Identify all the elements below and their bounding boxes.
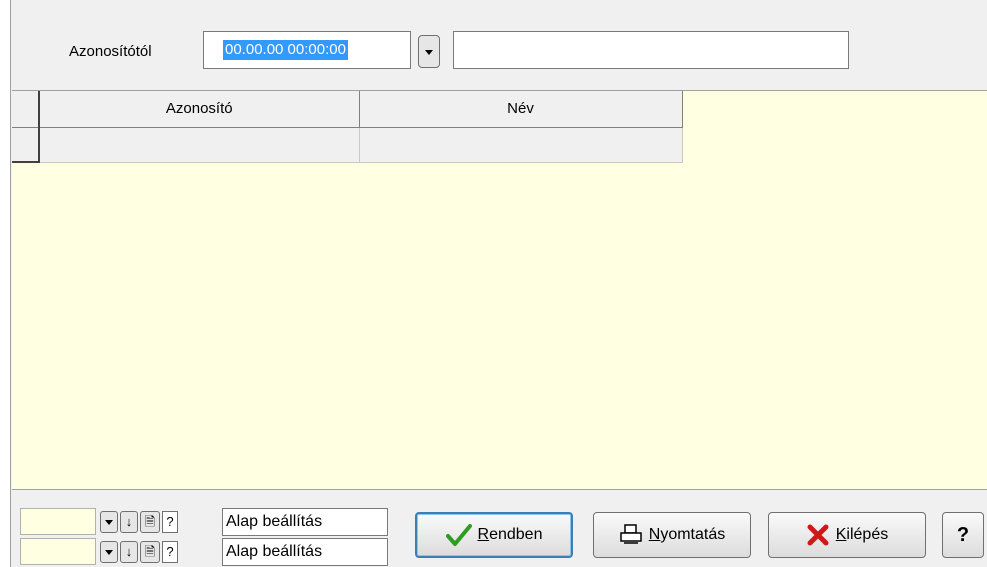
column-header-nev[interactable]: Név [359, 91, 683, 128]
help-small-icon[interactable]: ? [162, 511, 178, 533]
ok-button-label: Rendben [477, 526, 543, 543]
cell-nev[interactable] [359, 127, 683, 163]
setting-dropdown-button-2[interactable] [100, 541, 118, 563]
print-button-label: Nyomtatás [648, 526, 726, 543]
date-dropdown-button[interactable] [418, 35, 440, 68]
setting-code-field-1[interactable] [20, 508, 96, 535]
exit-button[interactable]: Kilépés [768, 512, 926, 558]
cell-azonosito[interactable] [39, 127, 360, 163]
down-arrow-icon[interactable]: ↓ [120, 511, 138, 533]
setting-code-field-2[interactable] [20, 538, 96, 565]
date-input[interactable]: 00.00.00 00:00:00 [203, 31, 411, 69]
document-icon[interactable]: 🗎 [140, 541, 160, 563]
exit-button-label: Kilépés [835, 526, 889, 543]
header-row: Azonosító Név [12, 91, 683, 128]
x-icon [807, 524, 829, 546]
table-row[interactable] [12, 127, 683, 163]
row-header[interactable] [12, 127, 40, 163]
document-icon[interactable]: 🗎 [140, 511, 160, 533]
setting-label-1[interactable]: Alap beállítás [222, 508, 388, 536]
name-input[interactable] [453, 31, 849, 69]
date-value: 00.00.00 00:00:00 [223, 40, 348, 60]
setting-dropdown-button-1[interactable] [100, 511, 118, 533]
help-button[interactable]: ? [942, 512, 984, 558]
ok-button[interactable]: Rendben [415, 512, 573, 558]
grid-corner[interactable] [12, 91, 40, 128]
print-button[interactable]: Nyomtatás [593, 512, 751, 558]
down-arrow-icon[interactable]: ↓ [120, 541, 138, 563]
column-header-azonosito[interactable]: Azonosító [39, 91, 360, 128]
results-table: Azonosító Név [12, 91, 683, 163]
results-grid[interactable]: Azonosító Név [12, 90, 987, 490]
azonositotol-label: Azonosítótól [69, 43, 152, 60]
printer-icon [620, 524, 642, 544]
setting-label-2[interactable]: Alap beállítás [222, 538, 388, 566]
help-small-icon[interactable]: ? [162, 541, 178, 563]
check-icon [445, 524, 472, 546]
